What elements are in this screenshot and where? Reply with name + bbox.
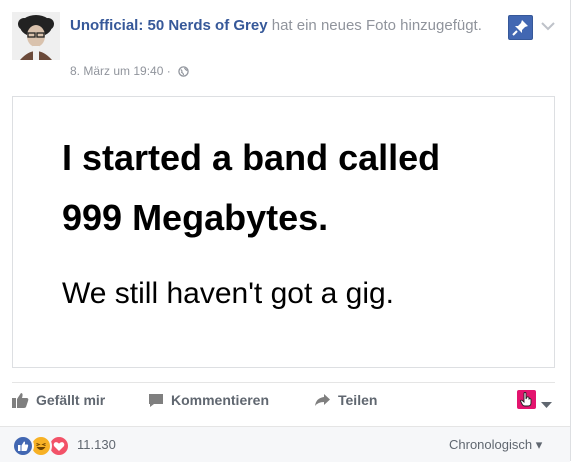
post-card: Unofficial: 50 Nerds of Grey hat ein neu… — [0, 0, 571, 462]
post-timestamp[interactable]: 8. März um 19:40 — [70, 64, 163, 78]
pin-icon — [512, 20, 528, 36]
audience-dropdown-button[interactable] — [541, 396, 552, 414]
caret-down-icon — [541, 402, 552, 408]
avatar-image — [12, 12, 60, 60]
thumbs-up-icon — [12, 393, 29, 408]
sort-label: Chronologisch — [449, 437, 533, 452]
comment-sort-dropdown[interactable]: Chronologisch ▾ — [449, 437, 542, 453]
speech-bubble-icon — [149, 393, 163, 407]
like-button[interactable]: Gefällt mir — [12, 392, 105, 408]
share-label: Teilen — [338, 392, 378, 408]
like-reaction-icon — [12, 435, 34, 457]
photo-text-line-3: We still haven't got a gig. — [62, 277, 395, 310]
photo-text-line-2: 999 Megabytes. — [62, 197, 329, 238]
post-action-text: hat ein neues Foto hinzugefügt. — [271, 17, 482, 34]
post-header: Unofficial: 50 Nerds of Grey hat ein neu… — [70, 15, 490, 36]
post-meta: 8. März um 19:40 · — [70, 64, 189, 80]
sort-caret-icon: ▾ — [535, 437, 543, 452]
photo-text-line-1: I started a band called — [62, 137, 441, 178]
like-label: Gefällt mir — [36, 392, 106, 408]
post-menu-button[interactable] — [541, 18, 555, 36]
audience-button[interactable] — [517, 390, 536, 409]
hand-cursor-icon — [520, 392, 532, 407]
page-avatar[interactable] — [12, 12, 60, 60]
post-actions-bar: Gefällt mir Kommentieren Teilen — [12, 384, 555, 418]
page-name-link[interactable]: Unofficial: 50 Nerds of Grey — [70, 17, 268, 34]
comment-label: Kommentieren — [171, 392, 270, 408]
comment-button[interactable]: Kommentieren — [148, 392, 269, 408]
pin-button[interactable] — [508, 15, 533, 40]
actions-divider — [12, 382, 555, 383]
reaction-count[interactable]: 11.130 — [77, 437, 116, 452]
chevron-down-icon — [541, 22, 555, 31]
meta-separator: · — [166, 64, 171, 78]
post-footer: 11.130 Chronologisch ▾ — [0, 426, 570, 462]
share-arrow-icon — [315, 394, 330, 406]
globe-icon[interactable] — [178, 66, 189, 80]
share-button[interactable]: Teilen — [314, 392, 377, 408]
post-photo[interactable]: I started a band called 999 Megabytes. W… — [12, 96, 555, 368]
reactions-summary[interactable] — [12, 435, 70, 457]
